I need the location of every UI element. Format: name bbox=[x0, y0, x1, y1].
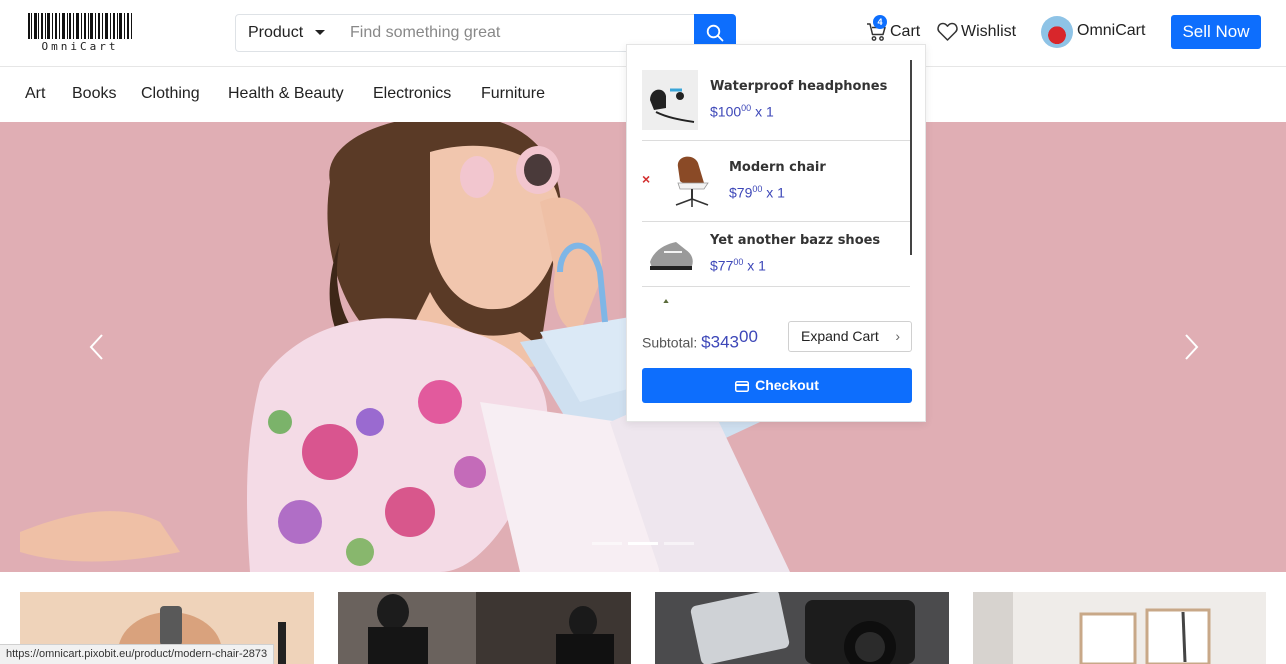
cart-item[interactable]: Waterproof headphones $10000 x 1 bbox=[642, 60, 910, 141]
category-furniture[interactable]: Furniture bbox=[481, 85, 545, 103]
expand-cart-button[interactable]: Expand Cart › bbox=[788, 321, 912, 352]
checkout-label: Checkout bbox=[755, 377, 819, 393]
carousel-next-icon[interactable] bbox=[1180, 332, 1200, 362]
subtotal-label: Subtotal: bbox=[642, 334, 698, 351]
promo-image-fashion bbox=[338, 592, 631, 664]
category-art[interactable]: Art bbox=[25, 85, 45, 103]
cart-item-price: $7900 x 1 bbox=[729, 184, 785, 201]
carousel-indicator-1[interactable] bbox=[592, 542, 622, 545]
carousel-indicator-3[interactable] bbox=[664, 542, 694, 545]
cart-item-name[interactable]: Waterproof headphones bbox=[710, 79, 887, 94]
search-icon bbox=[706, 24, 724, 42]
caret-down-icon bbox=[315, 30, 325, 35]
promo-card-electronics[interactable] bbox=[655, 592, 949, 664]
cart-count-badge: 4 bbox=[873, 15, 887, 29]
price-dollars: $77 bbox=[710, 257, 734, 274]
subtotal-amount: $343 bbox=[701, 332, 739, 352]
category-electronics[interactable]: Electronics bbox=[373, 85, 451, 103]
credit-card-icon bbox=[735, 381, 750, 392]
cart-item-price: $7700 x 1 bbox=[710, 257, 766, 274]
cart-items-list[interactable]: Waterproof headphones $10000 x 1 × Moder… bbox=[642, 60, 912, 303]
promo-image-furniture bbox=[973, 592, 1266, 664]
omnicart-logo[interactable]: OmniCart bbox=[27, 13, 133, 53]
price-cents: 00 bbox=[741, 103, 752, 113]
cart-scrollbar[interactable] bbox=[910, 60, 912, 255]
price-dollars: $79 bbox=[729, 184, 753, 201]
heart-icon bbox=[937, 22, 958, 41]
cart-item-qty: x 1 bbox=[766, 184, 785, 201]
cart-item-partial[interactable] bbox=[642, 287, 910, 303]
chevron-right-icon: › bbox=[895, 328, 900, 344]
expand-cart-label: Expand Cart bbox=[801, 328, 879, 344]
cart-dropdown: Waterproof headphones $10000 x 1 × Moder… bbox=[626, 44, 926, 422]
carousel-indicator-2[interactable] bbox=[628, 542, 658, 545]
logo-text: OmniCart bbox=[41, 40, 119, 53]
avatar bbox=[1041, 16, 1073, 48]
cart-item-price: $10000 x 1 bbox=[710, 103, 774, 120]
promo-image-electronics bbox=[655, 592, 949, 664]
price-cents: 00 bbox=[733, 257, 744, 267]
cart-item-name[interactable]: Modern chair bbox=[729, 160, 826, 175]
category-books[interactable]: Books bbox=[72, 85, 116, 103]
cart-subtotal: Subtotal: $34300 bbox=[642, 327, 758, 353]
user-name: OmniCart bbox=[1077, 22, 1146, 39]
price-dollars: $100 bbox=[710, 103, 742, 120]
search-category-dropdown[interactable]: Product bbox=[235, 14, 338, 52]
wishlist-label: Wishlist bbox=[961, 23, 1017, 40]
promo-card-fashion[interactable] bbox=[338, 592, 631, 664]
checkout-button[interactable]: Checkout bbox=[642, 368, 912, 403]
subtotal-cents: 00 bbox=[738, 327, 758, 346]
search-category-label: Product bbox=[248, 24, 304, 41]
cart-label: Cart bbox=[890, 23, 921, 40]
promo-card-furniture[interactable] bbox=[973, 592, 1266, 664]
carousel-prev-icon[interactable] bbox=[88, 332, 108, 362]
sell-now-button[interactable]: Sell Now bbox=[1171, 15, 1261, 49]
cart-item-qty: x 1 bbox=[755, 103, 774, 120]
cart-item[interactable]: Yet another bazz shoes $7700 x 1 bbox=[642, 222, 910, 287]
cart-item-qty: x 1 bbox=[747, 257, 766, 274]
category-clothing[interactable]: Clothing bbox=[141, 85, 200, 103]
price-cents: 00 bbox=[752, 184, 763, 194]
browser-status-url: https://omnicart.pixobit.eu/product/mode… bbox=[0, 644, 275, 664]
cart-item-thumbnail bbox=[642, 70, 698, 130]
cart-item-thumbnail bbox=[664, 153, 720, 211]
barcode-icon bbox=[28, 13, 132, 39]
cart-item-name[interactable]: Yet another bazz shoes bbox=[710, 233, 880, 248]
remove-item-icon[interactable]: × bbox=[642, 171, 650, 187]
cart-item-thumbnail bbox=[646, 230, 696, 278]
category-health-beauty[interactable]: Health & Beauty bbox=[228, 85, 344, 103]
cart-item-thumbnail bbox=[663, 299, 669, 303]
cart-item[interactable]: × Modern chair $7900 x 1 bbox=[642, 141, 910, 222]
